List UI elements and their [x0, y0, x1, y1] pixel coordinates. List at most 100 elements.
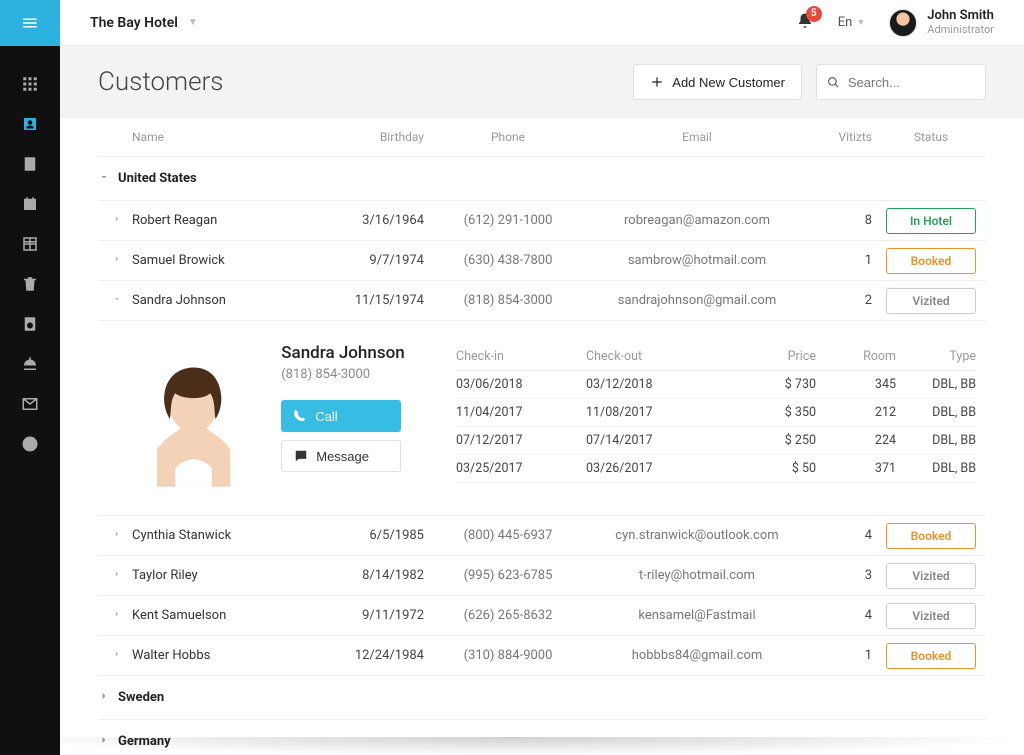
- cell-email: sandrajohnson@gmail.com: [588, 293, 806, 308]
- vcol-type: Type: [896, 349, 976, 364]
- search-icon: [827, 75, 840, 90]
- chevron-right-icon: [98, 690, 118, 706]
- mail-icon: [21, 395, 39, 413]
- chevron-right-icon[interactable]: [98, 213, 128, 228]
- chevron-right-icon[interactable]: [98, 608, 128, 623]
- chevron-right-icon[interactable]: [98, 253, 128, 268]
- search-box[interactable]: [816, 64, 986, 100]
- nav-grid[interactable]: [0, 64, 60, 104]
- customer-photo: [134, 343, 253, 493]
- group-label: Sweden: [118, 690, 164, 705]
- phone-icon: [293, 409, 307, 423]
- table-row[interactable]: Robert Reagan 3/16/1964 (612) 291-1000 r…: [98, 200, 986, 240]
- visit-row: 03/25/201703/26/2017$ 50371DBL, BB: [456, 455, 976, 483]
- cell-phone: (818) 854-3000: [428, 293, 588, 308]
- col-birthday: Birthday: [308, 130, 428, 144]
- calendar-icon: [21, 195, 39, 213]
- trash-icon: [21, 275, 39, 293]
- detail-name: Sandra Johnson: [281, 343, 428, 363]
- status-badge: Vizited: [886, 563, 976, 589]
- table-row[interactable]: Walter Hobbs12/24/1984(310) 884-9000hobb…: [98, 635, 986, 675]
- language-label: En: [838, 15, 853, 30]
- document-icon: [21, 155, 39, 173]
- call-button[interactable]: Call: [281, 400, 401, 432]
- col-email: Email: [588, 130, 806, 144]
- status-badge: Booked: [886, 523, 976, 549]
- message-icon: [294, 449, 308, 463]
- cell-birthday: 11/15/1974: [308, 293, 428, 308]
- status-badge: Booked: [886, 248, 976, 274]
- col-name: Name: [128, 130, 308, 144]
- add-customer-button[interactable]: Add New Customer: [633, 64, 802, 100]
- table-row[interactable]: Sandra Johnson 11/15/1974 (818) 854-3000…: [98, 280, 986, 320]
- status-badge: Vizited: [886, 288, 976, 314]
- cell-name: Robert Reagan: [128, 213, 308, 228]
- nav-reports[interactable]: [0, 424, 60, 464]
- group-germany[interactable]: Germany: [98, 719, 986, 755]
- nav-laundry[interactable]: [0, 304, 60, 344]
- table-row[interactable]: Taylor Riley8/14/1982(995) 623-6785t-ril…: [98, 555, 986, 595]
- topbar: The Bay Hotel ▼ 5 En ▼ John Smith Admini…: [60, 0, 1024, 46]
- table-row[interactable]: Kent Samuelson9/11/1972(626) 265-8632ken…: [98, 595, 986, 635]
- visit-row: 07/12/201707/14/2017$ 250224DBL, BB: [456, 427, 976, 455]
- add-customer-label: Add New Customer: [672, 75, 785, 90]
- menu-toggle[interactable]: [0, 0, 60, 46]
- visit-row: 03/06/201803/12/2018$ 730345DBL, BB: [456, 371, 976, 399]
- nav-service[interactable]: [0, 344, 60, 384]
- search-input[interactable]: [848, 75, 975, 90]
- page-title: Customers: [98, 67, 223, 97]
- group-united-states[interactable]: United States: [98, 156, 986, 200]
- nav-rooms[interactable]: [0, 224, 60, 264]
- group-label: United States: [118, 171, 197, 186]
- table-row[interactable]: Cynthia Stanwick6/5/1985(800) 445-6937cy…: [98, 515, 986, 555]
- chevron-right-icon[interactable]: [98, 528, 128, 543]
- table-row[interactable]: Samuel Browick 9/7/1974 (630) 438-7800 s…: [98, 240, 986, 280]
- language-selector[interactable]: En ▼: [838, 15, 866, 30]
- content: Name Birthday Phone Email Vitizts Status…: [60, 118, 1024, 755]
- chevron-right-icon[interactable]: [98, 568, 128, 583]
- notification-button[interactable]: 5: [796, 12, 814, 34]
- call-label: Call: [315, 409, 337, 424]
- column-headers: Name Birthday Phone Email Vitizts Status: [98, 118, 986, 156]
- cell-birthday: 9/7/1974: [308, 253, 428, 268]
- message-button[interactable]: Message: [281, 440, 401, 472]
- visit-table: Check-in Check-out Price Room Type 03/06…: [456, 343, 976, 493]
- user-name: John Smith: [927, 9, 994, 23]
- nav-documents[interactable]: [0, 144, 60, 184]
- visit-row: 11/04/201711/08/2017$ 350212DBL, BB: [456, 399, 976, 427]
- vcol-checkin: Check-in: [456, 349, 586, 364]
- user-card-icon: [21, 115, 39, 133]
- chevron-down-icon[interactable]: [98, 293, 128, 308]
- group-sweden[interactable]: Sweden: [98, 675, 986, 719]
- cell-visits: 1: [806, 253, 876, 268]
- col-visits: Vitizts: [806, 130, 876, 144]
- cell-email: sambrow@hotmail.com: [588, 253, 806, 268]
- status-badge: Booked: [886, 643, 976, 669]
- nav-trash[interactable]: [0, 264, 60, 304]
- nav-customers[interactable]: [0, 104, 60, 144]
- col-phone: Phone: [428, 130, 588, 144]
- avatar: [889, 9, 917, 37]
- caret-down-icon: ▼: [188, 17, 198, 28]
- message-label: Message: [316, 449, 369, 464]
- caret-down-icon: ▼: [856, 17, 865, 28]
- pie-chart-icon: [21, 435, 39, 453]
- cell-birthday: 3/16/1964: [308, 213, 428, 228]
- user-menu[interactable]: John Smith Administrator: [889, 9, 994, 37]
- hotel-name: The Bay Hotel: [90, 15, 178, 31]
- cell-name: Samuel Browick: [128, 253, 308, 268]
- group-label: Germany: [118, 734, 171, 749]
- customer-detail: Sandra Johnson (818) 854-3000 Call Messa…: [98, 320, 986, 515]
- nav-mail[interactable]: [0, 384, 60, 424]
- nav-calendar[interactable]: [0, 184, 60, 224]
- plus-icon: [650, 75, 664, 89]
- hotel-selector[interactable]: The Bay Hotel ▼: [90, 15, 320, 31]
- chevron-down-icon: [98, 171, 118, 187]
- vcol-price: Price: [736, 349, 816, 364]
- cell-visits: 8: [806, 213, 876, 228]
- status-badge: In Hotel: [886, 208, 976, 234]
- sidebar: [0, 0, 60, 755]
- notification-badge: 5: [806, 6, 822, 22]
- user-role: Administrator: [927, 24, 994, 36]
- chevron-right-icon[interactable]: [98, 648, 128, 663]
